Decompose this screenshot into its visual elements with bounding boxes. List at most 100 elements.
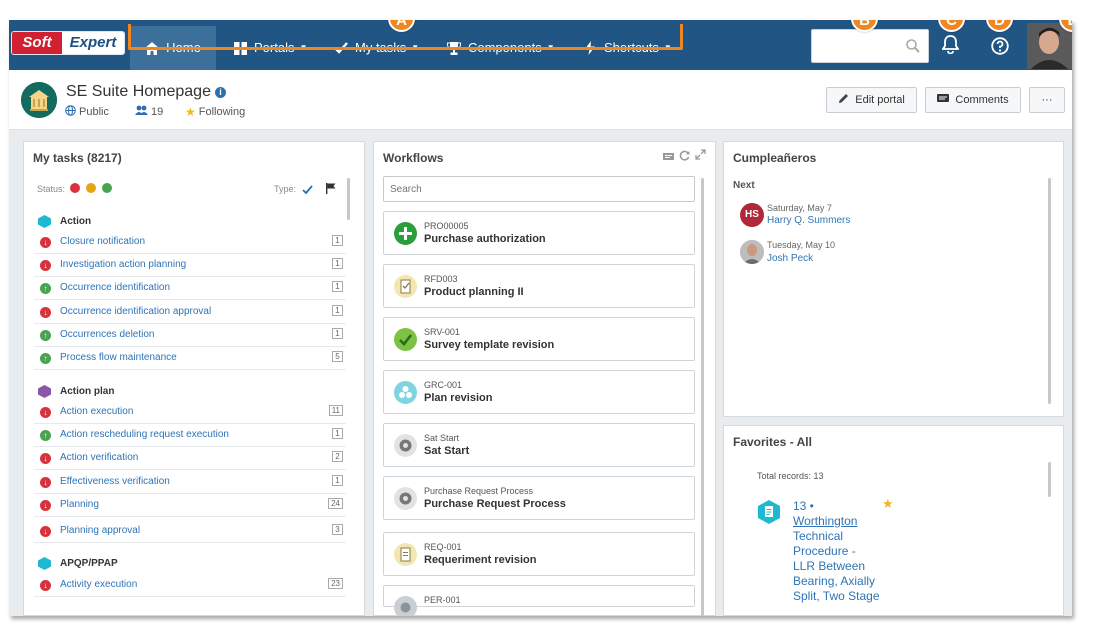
more-options-button[interactable]: ··· <box>1029 87 1065 113</box>
birthday-person-name[interactable]: Josh Peck <box>767 253 813 264</box>
task-group-label: Action <box>60 216 92 227</box>
task-label: Occurrences deletion <box>60 329 155 340</box>
workflow-code: PER-001 <box>424 595 461 605</box>
workflows-search-input[interactable] <box>390 178 690 200</box>
workflows-scrollbar[interactable] <box>701 178 704 616</box>
birthdays-scrollbar[interactable] <box>1048 178 1051 404</box>
task-label: Process flow maintenance <box>60 352 177 363</box>
workflow-name: Sat Start <box>424 445 470 457</box>
workflow-card[interactable]: GRC-001 Plan revision <box>383 370 695 414</box>
my-tasks-panel: My tasks (8217) Status: Type: Action ↓ Clo… <box>23 141 365 616</box>
status-green-filter[interactable] <box>102 183 112 193</box>
task-row[interactable]: ↑ Action rescheduling request execution 1 <box>34 424 346 447</box>
favorite-line: Technical <box>793 529 844 543</box>
birthday-person-name[interactable]: Harry Q. Summers <box>767 215 850 226</box>
person-avatar-jp[interactable] <box>740 240 764 264</box>
favorite-line: Worthington <box>793 514 858 528</box>
task-row[interactable]: ↑ Occurrences deletion 1 <box>34 324 346 347</box>
birthdays-panel: Cumpleañeros Next HS Saturday, May 7 Har… <box>723 141 1064 417</box>
task-count-badge: 5 <box>332 351 343 362</box>
comments-button[interactable]: Comments <box>925 87 1021 113</box>
edit-portal-label: Edit portal <box>855 94 905 106</box>
workflow-card[interactable]: RFD003 Product planning II <box>383 264 695 308</box>
workflow-icon <box>394 434 417 457</box>
favorite-line: 13 • <box>793 499 814 513</box>
info-icon[interactable]: i <box>215 87 226 98</box>
workflow-icon <box>394 487 417 510</box>
workflow-icon <box>394 543 417 566</box>
comment-icon[interactable] <box>663 149 674 167</box>
global-search[interactable] <box>811 29 929 63</box>
following-label: Following <box>198 106 246 118</box>
favorite-line: LLR Between <box>793 559 866 573</box>
task-count-badge: 1 <box>332 328 343 339</box>
task-row[interactable]: ↓ Effectiveness verification 1 <box>34 471 346 494</box>
favorites-panel: Favorites - All Total records: 13 13 • W… <box>723 425 1064 616</box>
status-green-icon: ↑ <box>40 353 51 364</box>
workflow-icon <box>394 596 417 616</box>
notifications-bell-icon[interactable] <box>941 35 960 59</box>
task-row[interactable]: ↓ Planning approval 3 <box>34 520 346 543</box>
workflow-card[interactable]: SRV-001 Survey template revision <box>383 317 695 361</box>
following-meta[interactable]: ★ Following <box>185 105 245 119</box>
task-count-badge: 1 <box>332 235 343 246</box>
status-red-icon: ↓ <box>40 307 51 318</box>
edit-portal-button[interactable]: Edit portal <box>826 87 917 113</box>
status-red-filter[interactable] <box>70 183 80 193</box>
star-icon: ★ <box>185 105 196 119</box>
workflow-icon <box>394 381 417 404</box>
softexpert-logo[interactable]: Soft Expert <box>11 31 125 55</box>
workflow-name: Purchase authorization <box>424 233 546 245</box>
favorite-star-icon[interactable]: ★ <box>882 496 894 512</box>
task-group-label: APQP/PPAP <box>60 558 118 569</box>
workflow-card[interactable]: Purchase Request Process Purchase Request… <box>383 476 695 520</box>
status-yellow-filter[interactable] <box>86 183 96 193</box>
task-row[interactable]: ↑ Process flow maintenance 5 <box>34 347 346 370</box>
expand-icon[interactable] <box>695 147 706 165</box>
workflow-card[interactable]: PRO00005 Purchase authorization <box>383 211 695 255</box>
task-row[interactable]: ↓ Investigation action planning 1 <box>34 254 346 277</box>
task-count-badge: 24 <box>328 498 343 509</box>
pencil-icon <box>838 93 849 107</box>
workflows-search-field[interactable] <box>383 176 695 202</box>
task-group-icon <box>38 557 51 570</box>
followers-count: 19 <box>151 105 164 118</box>
task-group[interactable]: Action <box>34 211 346 233</box>
favorite-record-link[interactable]: 13 • Worthington Technical Procedure - L… <box>793 499 880 604</box>
homepage-icon <box>21 82 57 118</box>
global-search-input[interactable] <box>816 30 908 60</box>
workflow-card[interactable]: PER-001 <box>383 585 695 616</box>
tasks-scrollbar[interactable] <box>347 178 350 220</box>
visibility-label: Public <box>79 106 109 118</box>
task-count-badge: 1 <box>332 475 343 486</box>
page-header: SE Suite Homepage i Public 19 ★ Followin… <box>9 70 1072 130</box>
help-icon[interactable] <box>991 37 1009 60</box>
status-filter-label: Status: <box>37 184 66 194</box>
status-green-icon: ↑ <box>40 430 51 441</box>
followers-meta[interactable]: 19 <box>135 105 163 118</box>
task-group[interactable]: APQP/PPAP <box>34 553 346 575</box>
refresh-icon[interactable] <box>679 148 690 166</box>
favorite-line: Bearing, Axially <box>793 574 876 588</box>
task-row[interactable]: ↓ Closure notification 1 <box>34 231 346 254</box>
task-count-badge: 3 <box>332 524 343 535</box>
workflow-card[interactable]: Sat Start Sat Start <box>383 423 695 467</box>
task-row[interactable]: ↓ Planning 24 <box>34 494 346 517</box>
type-check-icon[interactable] <box>302 182 313 200</box>
person-avatar-hs[interactable]: HS <box>740 203 764 227</box>
workflow-code: RFD003 <box>424 274 458 284</box>
task-row[interactable]: ↓ Activity execution 23 <box>34 574 346 597</box>
task-row[interactable]: ↑ Occurrence identification 1 <box>34 277 346 300</box>
task-label: Action verification <box>60 452 139 463</box>
search-icon[interactable] <box>906 39 920 58</box>
task-row[interactable]: ↓ Occurrence identification approval 1 <box>34 301 346 324</box>
workflow-card[interactable]: REQ-001 Requeriment revision <box>383 532 695 576</box>
task-group[interactable]: Action plan <box>34 381 346 403</box>
task-row[interactable]: ↓ Action execution 11 <box>34 401 346 424</box>
task-count-badge: 2 <box>332 451 343 462</box>
favorites-scrollbar[interactable] <box>1048 462 1051 497</box>
task-row[interactable]: ↓ Action verification 2 <box>34 447 346 470</box>
flag-icon[interactable] <box>326 181 336 199</box>
workflow-code: GRC-001 <box>424 380 463 390</box>
logo-expert: Expert <box>69 34 117 51</box>
